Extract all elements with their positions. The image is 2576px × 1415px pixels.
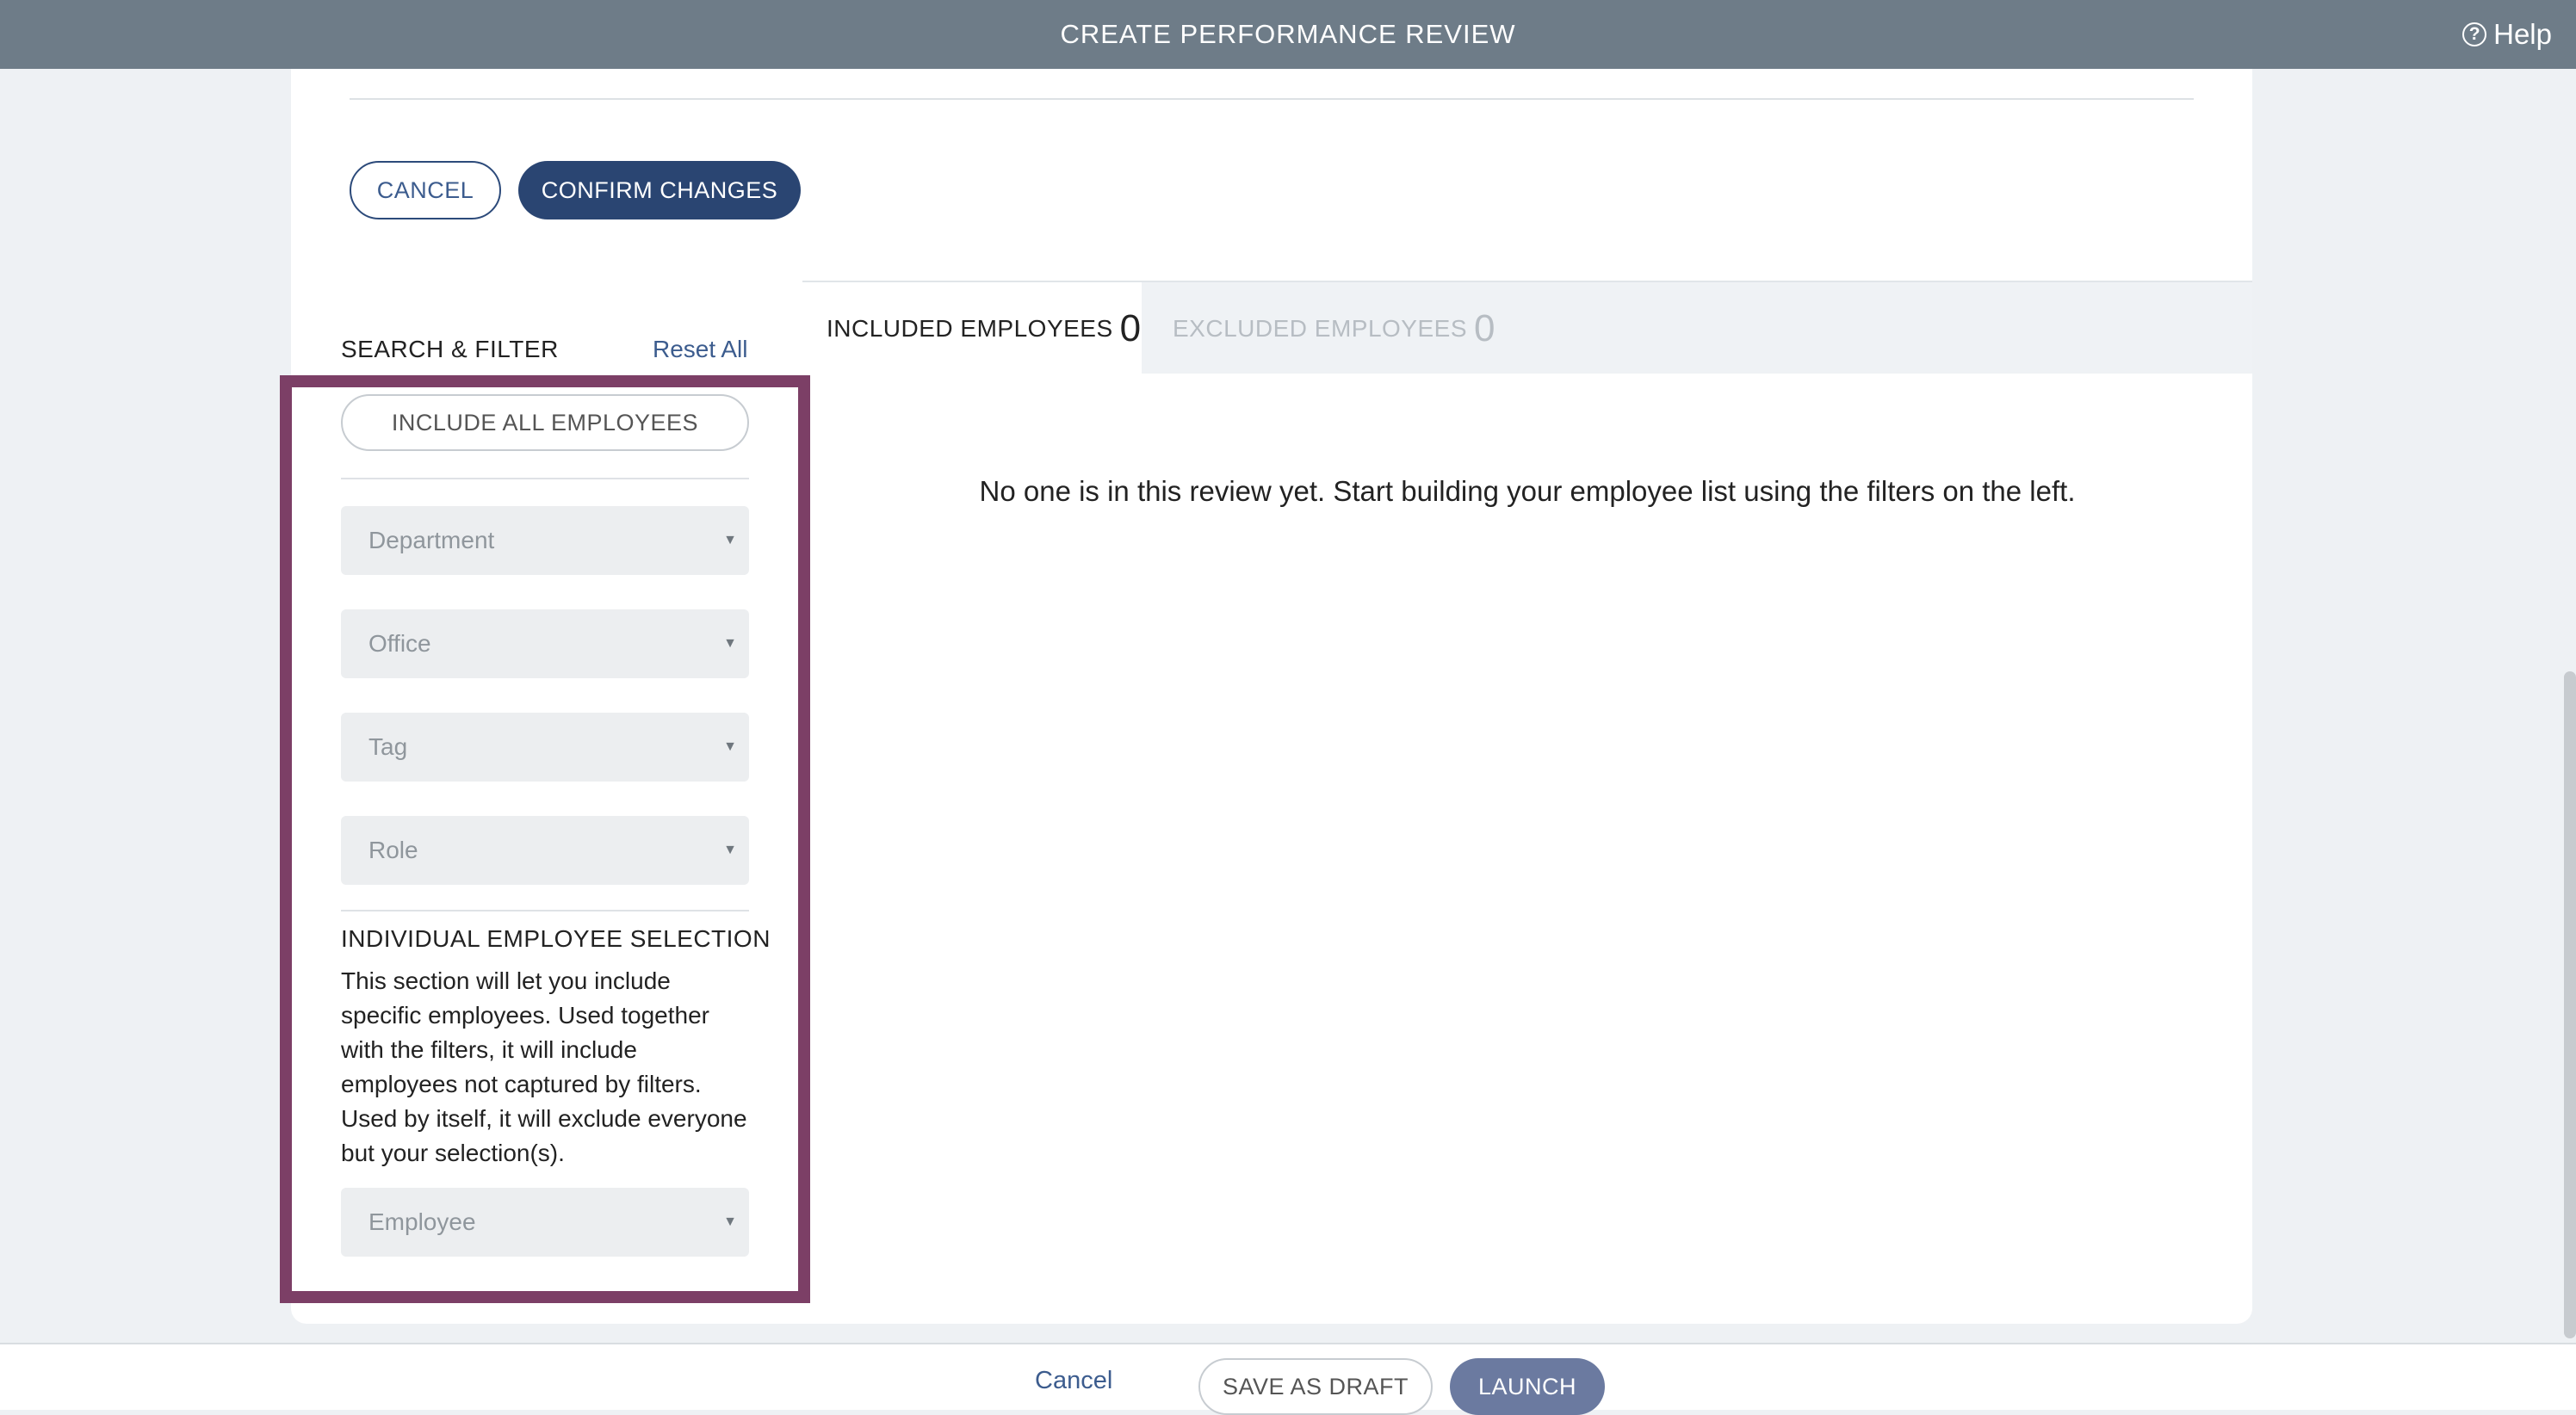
caret-down-icon: ▼ xyxy=(723,739,737,754)
tab-excluded-employees[interactable]: EXCLUDED EMPLOYEES 0 xyxy=(1142,282,1495,375)
employee-placeholder: Employee xyxy=(368,1208,476,1235)
search-filter-heading: SEARCH & FILTER xyxy=(341,336,559,362)
employee-select[interactable]: Employee ▼ xyxy=(341,1188,749,1257)
office-placeholder: Office xyxy=(368,630,431,657)
save-as-draft-button[interactable]: SAVE AS DRAFT xyxy=(1198,1358,1433,1415)
office-select[interactable]: Office ▼ xyxy=(341,609,749,678)
footer-cancel-link[interactable]: Cancel xyxy=(1035,1367,1112,1395)
role-placeholder: Role xyxy=(368,837,418,863)
department-placeholder: Department xyxy=(368,527,495,553)
reset-all-link[interactable]: Reset All xyxy=(653,336,748,363)
help-label: Help xyxy=(2493,18,2552,50)
individual-selection-heading: INDIVIDUAL EMPLOYEE SELECTION xyxy=(341,925,771,952)
page-title: CREATE PERFORMANCE REVIEW xyxy=(1060,19,1516,49)
scrollbar[interactable] xyxy=(2564,671,2576,1338)
caret-down-icon: ▼ xyxy=(723,1214,737,1229)
confirm-changes-button[interactable]: CONFIRM CHANGES xyxy=(518,161,801,219)
tag-select[interactable]: Tag ▼ xyxy=(341,713,749,782)
empty-state-message: No one is in this review yet. Start buil… xyxy=(979,475,2076,507)
cancel-button[interactable]: CANCEL xyxy=(350,161,501,219)
included-count: 0 xyxy=(1119,307,1142,349)
excluded-count: 0 xyxy=(1474,307,1495,349)
tag-placeholder: Tag xyxy=(368,733,408,760)
divider xyxy=(341,478,749,479)
individual-selection-description: This section will let you include specif… xyxy=(341,967,747,1166)
tab-included-label: INCLUDED EMPLOYEES xyxy=(827,315,1113,342)
include-all-employees-button[interactable]: INCLUDE ALL EMPLOYEES xyxy=(341,394,749,451)
department-select[interactable]: Department ▼ xyxy=(341,506,749,575)
divider xyxy=(341,910,749,911)
question-circle-icon: ? xyxy=(2462,22,2487,46)
caret-down-icon: ▼ xyxy=(723,533,737,547)
app-header: CREATE PERFORMANCE REVIEW ? Help xyxy=(0,0,2576,69)
caret-down-icon: ▼ xyxy=(723,843,737,857)
divider xyxy=(350,98,2194,100)
tab-excluded-label: EXCLUDED EMPLOYEES xyxy=(1173,315,1467,342)
employee-tabs: INCLUDED EMPLOYEES 0 EXCLUDED EMPLOYEES … xyxy=(802,281,2252,375)
tab-included-employees[interactable]: INCLUDED EMPLOYEES 0 xyxy=(802,282,1142,375)
launch-button[interactable]: LAUNCH xyxy=(1450,1358,1605,1415)
caret-down-icon: ▼ xyxy=(723,636,737,651)
role-select[interactable]: Role ▼ xyxy=(341,816,749,885)
help-link[interactable]: ? Help xyxy=(2462,0,2552,69)
